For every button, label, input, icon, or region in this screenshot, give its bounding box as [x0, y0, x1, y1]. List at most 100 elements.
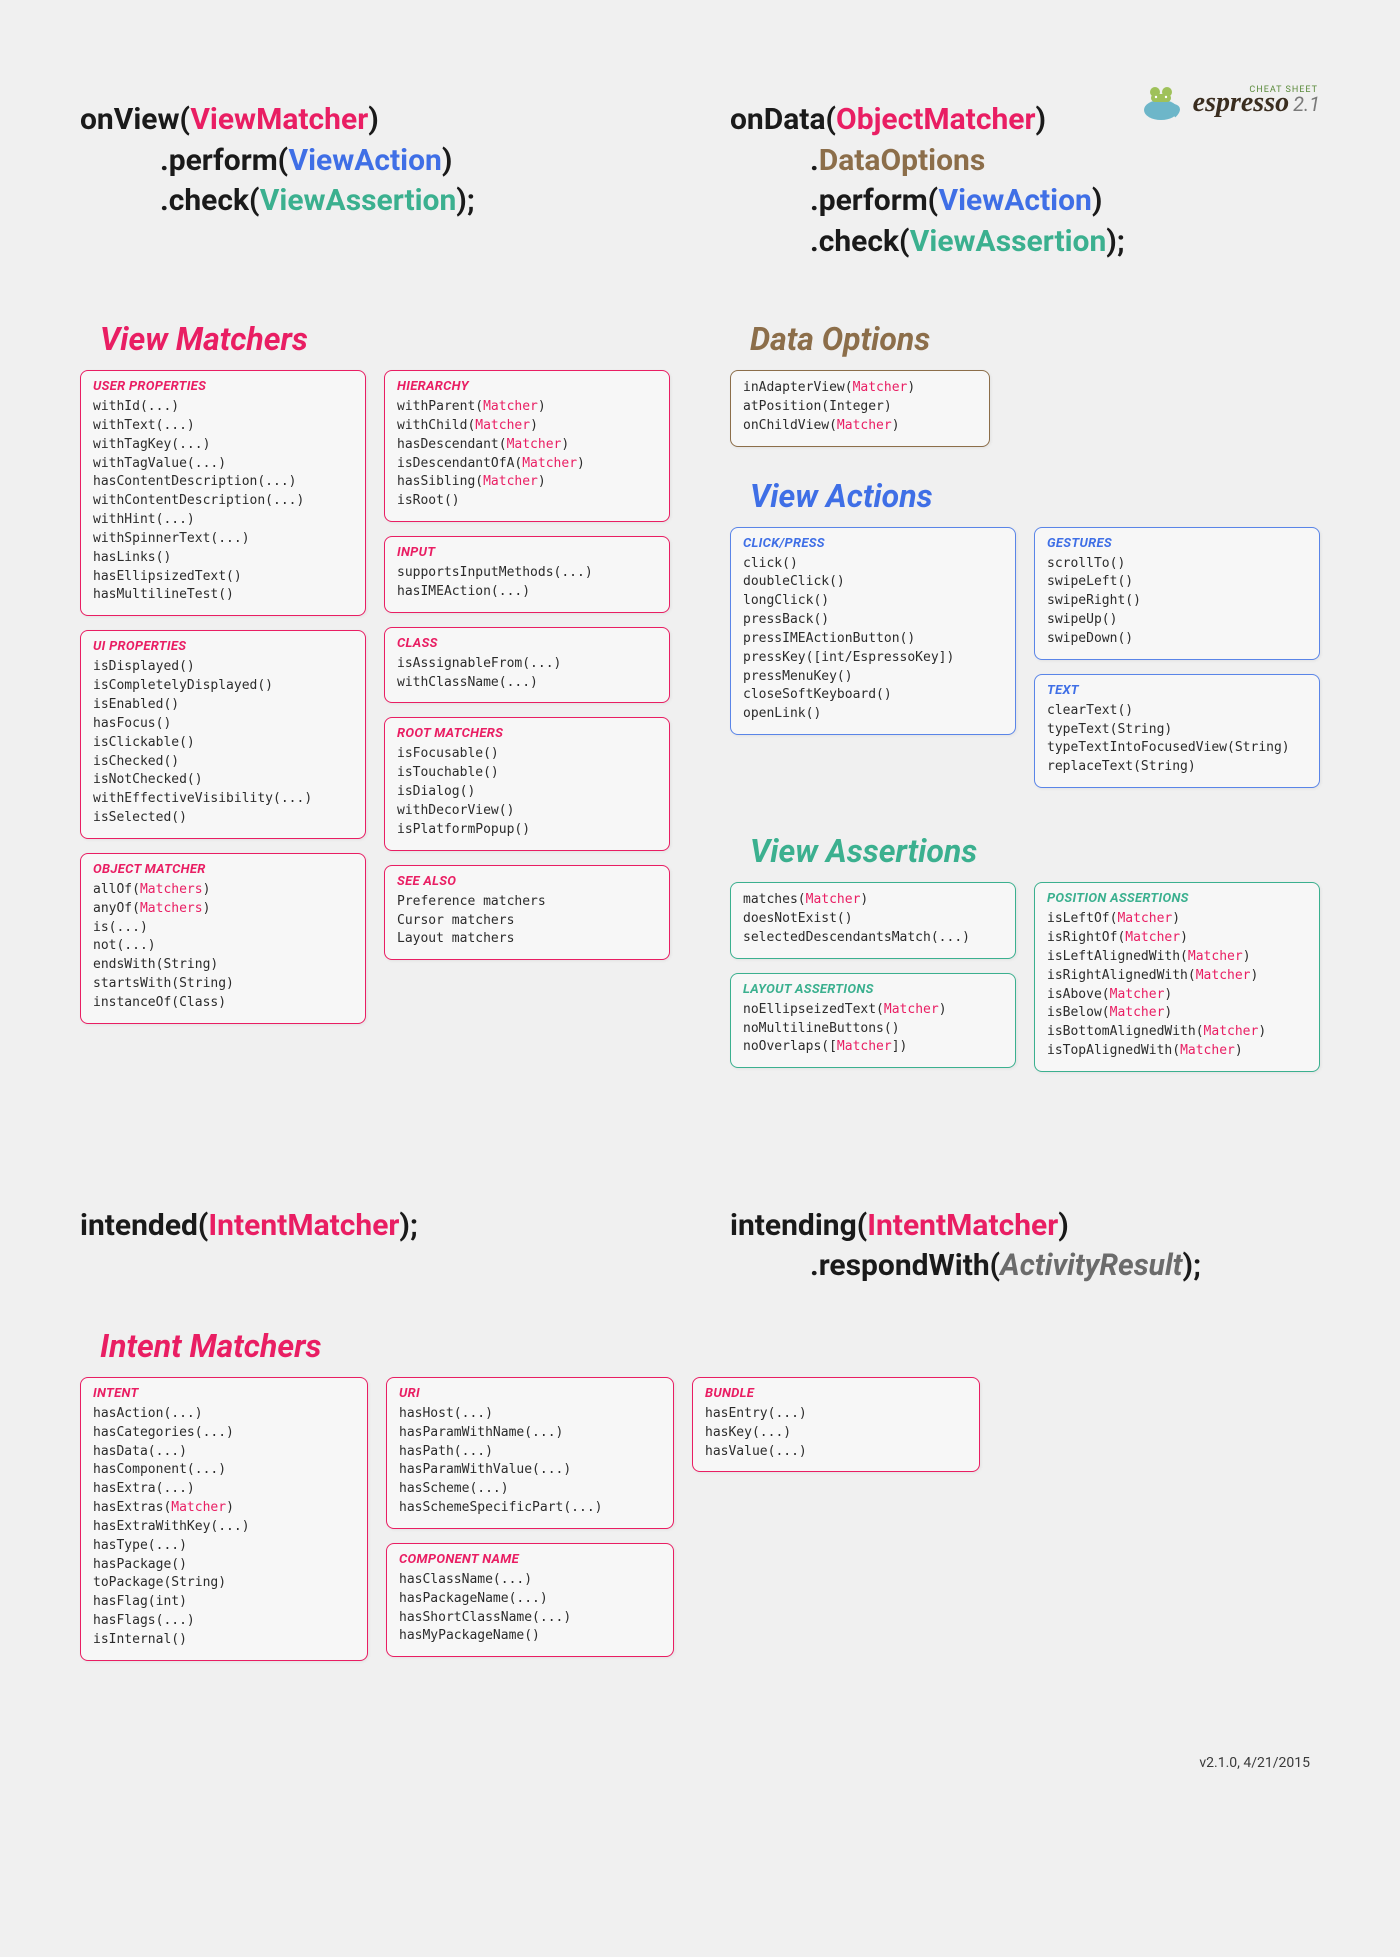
list-item: withChild(Matcher)	[397, 417, 657, 436]
card-see-also: SEE ALSO Preference matchersCursor match…	[384, 865, 670, 961]
list-item: isPlatformPopup()	[397, 821, 657, 840]
list-item: pressIMEActionButton()	[743, 630, 1003, 649]
list-item: isDescendantOfA(Matcher)	[397, 455, 657, 474]
list-item: Layout matchers	[397, 930, 657, 949]
list-item: click()	[743, 555, 1003, 574]
list-item: swipeDown()	[1047, 630, 1307, 649]
card-bundle: BUNDLE hasEntry(...)hasKey(...)hasValue(…	[692, 1377, 980, 1473]
list-item: doesNotExist()	[743, 910, 1003, 929]
list-item: hasContentDescription(...)	[93, 473, 353, 492]
list-item: pressMenuKey()	[743, 668, 1003, 687]
list-item: hasValue(...)	[705, 1443, 967, 1462]
list-item: isLeftOf(Matcher)	[1047, 910, 1307, 929]
list-item: inAdapterView(Matcher)	[743, 379, 977, 398]
card-object-matcher: OBJECT MATCHER allOf(Matchers)anyOf(Matc…	[80, 853, 366, 1024]
list-item: hasEntry(...)	[705, 1405, 967, 1424]
list-item: swipeUp()	[1047, 611, 1307, 630]
list-item: noOverlaps([Matcher])	[743, 1038, 1003, 1057]
card-position-assertions: POSITION ASSERTIONS isLeftOf(Matcher)isR…	[1034, 882, 1320, 1072]
list-item: hasPackage()	[93, 1556, 355, 1575]
card-assertions-main: matches(Matcher)doesNotExist()selectedDe…	[730, 882, 1016, 959]
card-component-name: COMPONENT NAME hasClassName(...)hasPacka…	[386, 1543, 674, 1657]
list-item: hasPackageName(...)	[399, 1590, 661, 1609]
list-item: isAbove(Matcher)	[1047, 986, 1307, 1005]
list-item: instanceOf(Class)	[93, 994, 353, 1013]
list-item: withContentDescription(...)	[93, 492, 353, 511]
list-item: doubleClick()	[743, 573, 1003, 592]
list-item: replaceText(String)	[1047, 758, 1307, 777]
card-class: CLASS isAssignableFrom(...)withClassName…	[384, 627, 670, 704]
list-item: hasShortClassName(...)	[399, 1609, 661, 1628]
list-item: noEllipseizedText(Matcher)	[743, 1001, 1003, 1020]
section-intent-matchers: Intent Matchers	[100, 1327, 1320, 1365]
list-item: Preference matchers	[397, 893, 657, 912]
list-item: hasLinks()	[93, 549, 353, 568]
list-item: isAssignableFrom(...)	[397, 655, 657, 674]
list-item: withHint(...)	[93, 511, 353, 530]
list-item: clearText()	[1047, 702, 1307, 721]
list-item: isBelow(Matcher)	[1047, 1004, 1307, 1023]
card-user-properties: USER PROPERTIES withId(...)withText(...)…	[80, 370, 366, 616]
list-item: withParent(Matcher)	[397, 398, 657, 417]
list-item: hasData(...)	[93, 1443, 355, 1462]
list-item: pressKey([int/EspressoKey])	[743, 649, 1003, 668]
intending-code: intending(IntentMatcher) .respondWith(Ac…	[730, 1206, 1320, 1287]
logo: CHEAT SHEET espresso 2.1	[1141, 80, 1320, 126]
list-item: startsWith(String)	[93, 975, 353, 994]
list-item: hasExtras(Matcher)	[93, 1499, 355, 1518]
list-item: isRightAlignedWith(Matcher)	[1047, 967, 1307, 986]
list-item: hasParamWithName(...)	[399, 1424, 661, 1443]
list-item: isNotChecked()	[93, 771, 353, 790]
list-item: hasPath(...)	[399, 1443, 661, 1462]
list-item: selectedDescendantsMatch(...)	[743, 929, 1003, 948]
list-item: not(...)	[93, 937, 353, 956]
list-item: isCompletelyDisplayed()	[93, 677, 353, 696]
list-item: Cursor matchers	[397, 912, 657, 931]
list-item: withText(...)	[93, 417, 353, 436]
list-item: withTagKey(...)	[93, 436, 353, 455]
list-item: isClickable()	[93, 734, 353, 753]
card-intent: INTENT hasAction(...)hasCategories(...)h…	[80, 1377, 368, 1661]
footer-version: v2.1.0, 4/21/2015	[80, 1755, 1310, 1771]
list-item: swipeLeft()	[1047, 573, 1307, 592]
list-item: scrollTo()	[1047, 555, 1307, 574]
card-input: INPUT supportsInputMethods(...)hasIMEAct…	[384, 536, 670, 613]
list-item: noMultilineButtons()	[743, 1020, 1003, 1039]
list-item: hasSibling(Matcher)	[397, 473, 657, 492]
card-layout-assertions: LAYOUT ASSERTIONS noEllipseizedText(Matc…	[730, 973, 1016, 1069]
list-item: typeTextIntoFocusedView(String)	[1047, 739, 1307, 758]
list-item: hasCategories(...)	[93, 1424, 355, 1443]
list-item: supportsInputMethods(...)	[397, 564, 657, 583]
list-item: hasSchemeSpecificPart(...)	[399, 1499, 661, 1518]
list-item: hasKey(...)	[705, 1424, 967, 1443]
list-item: hasScheme(...)	[399, 1480, 661, 1499]
list-item: withId(...)	[93, 398, 353, 417]
list-item: closeSoftKeyboard()	[743, 686, 1003, 705]
list-item: hasHost(...)	[399, 1405, 661, 1424]
list-item: hasParamWithValue(...)	[399, 1461, 661, 1480]
list-item: isSelected()	[93, 809, 353, 828]
list-item: withSpinnerText(...)	[93, 530, 353, 549]
list-item: isEnabled()	[93, 696, 353, 715]
list-item: hasClassName(...)	[399, 1571, 661, 1590]
list-item: isFocusable()	[397, 745, 657, 764]
list-item: hasMultilineTest()	[93, 586, 353, 605]
list-item: isRightOf(Matcher)	[1047, 929, 1307, 948]
list-item: matches(Matcher)	[743, 891, 1003, 910]
list-item: withClassName(...)	[397, 674, 657, 693]
list-item: hasFocus()	[93, 715, 353, 734]
card-ui-properties: UI PROPERTIES isDisplayed()isCompletelyD…	[80, 630, 366, 839]
list-item: hasComponent(...)	[93, 1461, 355, 1480]
list-item: is(...)	[93, 919, 353, 938]
section-data-options: Data Options	[750, 320, 1320, 358]
card-hierarchy: HIERARCHY withParent(Matcher)withChild(M…	[384, 370, 670, 522]
list-item: isLeftAlignedWith(Matcher)	[1047, 948, 1307, 967]
list-item: withDecorView()	[397, 802, 657, 821]
list-item: hasIMEAction(...)	[397, 583, 657, 602]
logo-version: 2.1	[1293, 92, 1320, 116]
list-item: isBottomAlignedWith(Matcher)	[1047, 1023, 1307, 1042]
list-item: hasDescendant(Matcher)	[397, 436, 657, 455]
list-item: allOf(Matchers)	[93, 881, 353, 900]
list-item: isTouchable()	[397, 764, 657, 783]
list-item: hasFlag(int)	[93, 1593, 355, 1612]
